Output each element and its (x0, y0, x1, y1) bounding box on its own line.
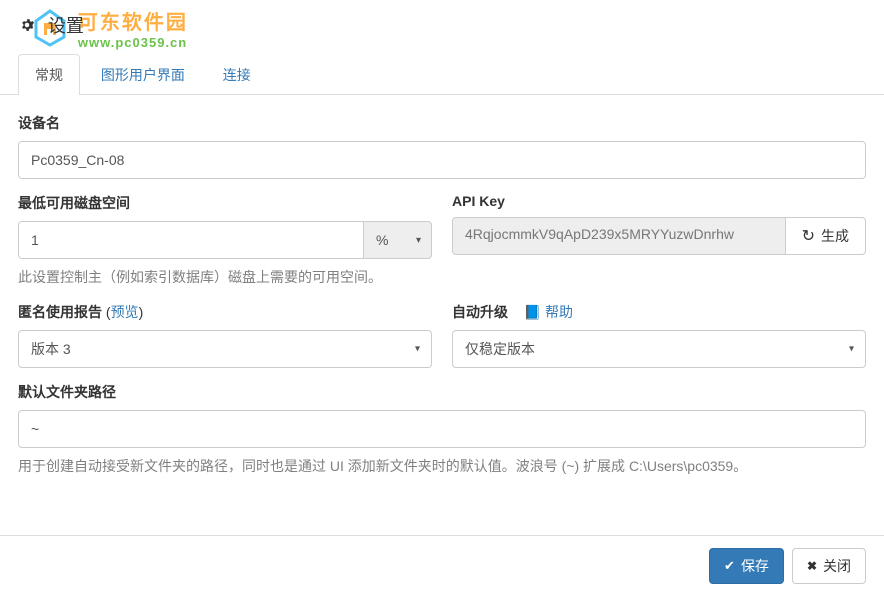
tab-general[interactable]: 常规 (18, 54, 80, 95)
device-name-label: 设备名 (18, 113, 866, 133)
close-icon: ✖ (807, 559, 817, 573)
disk-space-label: 最低可用磁盘空间 (18, 193, 432, 213)
default-path-help: 用于创建自动接受新文件夹的路径，同时也是通过 UI 添加新文件夹时的默认值。波浪… (18, 456, 866, 477)
auto-upgrade-help-link[interactable]: 📘帮助 (524, 304, 573, 320)
disk-space-help: 此设置控制主（例如索引数据库）磁盘上需要的可用空间。 (18, 267, 432, 288)
anon-report-label: 匿名使用报告 (预览) (18, 302, 432, 322)
dialog-title: 设置 (48, 12, 84, 38)
api-key-input: 4RqjocmmkV9qApD239x5MRYYuzwDnrhw (452, 217, 785, 255)
device-name-input[interactable] (18, 141, 866, 179)
disk-space-input[interactable] (18, 221, 364, 259)
api-key-generate-button[interactable]: ↻ 生成 (785, 217, 866, 255)
book-icon: 📘 (524, 304, 541, 320)
dialog-header: 设置 (0, 0, 884, 52)
refresh-icon: ↻ (802, 226, 815, 246)
anon-report-preview-link[interactable]: 预览 (111, 304, 139, 320)
auto-upgrade-label: 自动升级 📘帮助 (452, 302, 866, 322)
gear-icon (18, 16, 36, 34)
api-key-label: API Key (452, 193, 866, 209)
default-path-input[interactable] (18, 410, 866, 448)
close-button[interactable]: ✖ 关闭 (792, 548, 866, 584)
tab-connections[interactable]: 连接 (206, 54, 268, 95)
tabs-bar: 常规 图形用户界面 连接 (0, 54, 884, 95)
tab-gui[interactable]: 图形用户界面 (84, 54, 202, 95)
check-icon: ✔ (724, 558, 735, 574)
default-path-label: 默认文件夹路径 (18, 382, 866, 402)
tab-content: 设备名 最低可用磁盘空间 % 此设置控制主（例如索引数据库）磁盘上需要的可用空间… (0, 95, 884, 509)
anon-report-select[interactable]: 版本 3 (18, 330, 432, 368)
save-button[interactable]: ✔ 保存 (709, 548, 784, 584)
auto-upgrade-select[interactable]: 仅稳定版本 (452, 330, 866, 368)
dialog-footer: ✔ 保存 ✖ 关闭 (0, 535, 884, 596)
disk-space-unit-select[interactable]: % (364, 221, 432, 259)
